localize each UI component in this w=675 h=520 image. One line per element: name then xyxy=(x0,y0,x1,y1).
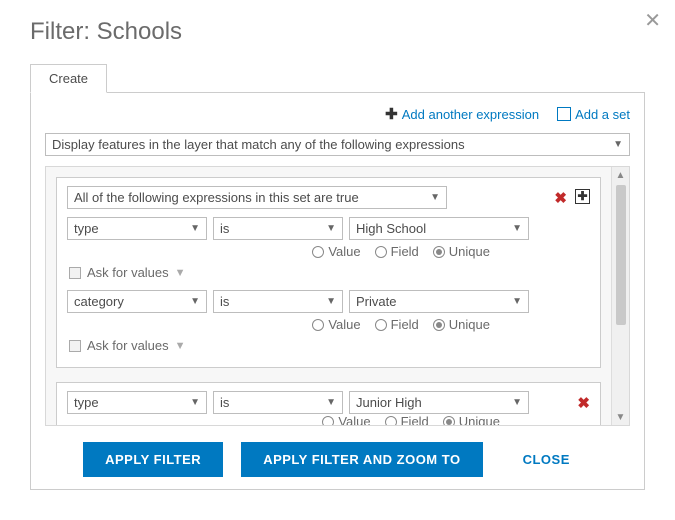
dropdown-arrow-icon: ▼ xyxy=(326,296,336,307)
chevron-down-icon: ▼ xyxy=(175,340,186,352)
dropdown-arrow-icon: ▼ xyxy=(190,223,200,234)
tabbar: Create xyxy=(30,64,645,93)
set-condition-select[interactable]: All of the following expressions in this… xyxy=(67,186,447,209)
ask-values-label: Ask for values xyxy=(87,338,169,353)
expression-row: category ▼ is ▼ Private ▼ xyxy=(67,290,590,313)
add-expression-link[interactable]: ✚ Add another expression xyxy=(385,105,539,123)
ask-values-row[interactable]: Ask for values ▼ xyxy=(69,265,590,280)
match-select-label: Display features in the layer that match… xyxy=(52,137,465,152)
filter-dialog: Filter: Schools Create ✚ Add another exp… xyxy=(0,0,675,520)
operator-select-label: is xyxy=(220,395,229,410)
tab-create[interactable]: Create xyxy=(30,64,107,93)
value-mode-row: Value Field Unique xyxy=(67,414,590,425)
mode-field-label: Field xyxy=(391,244,419,259)
chevron-down-icon: ▼ xyxy=(175,267,186,279)
value-select-label: Junior High xyxy=(356,395,422,410)
set-header: All of the following expressions in this… xyxy=(67,186,590,209)
dropdown-arrow-icon: ▼ xyxy=(326,223,336,234)
dropdown-arrow-icon: ▼ xyxy=(326,397,336,408)
mode-unique-label: Unique xyxy=(449,244,490,259)
dropdown-arrow-icon: ▼ xyxy=(512,223,522,234)
ask-values-checkbox[interactable] xyxy=(69,267,81,279)
expressions-scroll: All of the following expressions in this… xyxy=(45,166,630,426)
dialog-title: Filter: Schools xyxy=(30,18,645,46)
mode-field-label: Field xyxy=(401,414,429,425)
mode-value-radio[interactable]: Value xyxy=(322,414,370,425)
operator-select[interactable]: is ▼ xyxy=(213,391,343,414)
set-actions: ✖ ✚ xyxy=(554,189,590,207)
field-select[interactable]: type ▼ xyxy=(67,391,207,414)
apply-filter-zoom-button[interactable]: APPLY FILTER AND ZOOM TO xyxy=(241,442,482,477)
mode-value-radio[interactable]: Value xyxy=(312,244,360,259)
mode-field-radio[interactable]: Field xyxy=(385,414,429,425)
mode-unique-label: Unique xyxy=(449,317,490,332)
dropdown-arrow-icon: ▼ xyxy=(613,139,623,150)
value-mode-row: Value Field Unique xyxy=(67,244,590,259)
scroll-thumb[interactable] xyxy=(616,185,626,325)
mode-value-label: Value xyxy=(328,317,360,332)
outer-expression: type ▼ is ▼ Junior High ▼ ✖ xyxy=(56,382,601,425)
scrollbar[interactable]: ▲ ▼ xyxy=(611,167,629,425)
dialog-footer: APPLY FILTER APPLY FILTER AND ZOOM TO CL… xyxy=(45,442,630,477)
operator-select-label: is xyxy=(220,294,229,309)
dropdown-arrow-icon: ▼ xyxy=(512,397,522,408)
value-select-label: High School xyxy=(356,221,426,236)
delete-set-icon[interactable]: ✖ xyxy=(554,189,567,207)
field-select[interactable]: category ▼ xyxy=(67,290,207,313)
value-select-label: Private xyxy=(356,294,396,309)
dropdown-arrow-icon: ▼ xyxy=(512,296,522,307)
field-select-label: type xyxy=(74,221,99,236)
set-condition-label: All of the following expressions in this… xyxy=(74,190,359,205)
dropdown-arrow-icon: ▼ xyxy=(190,397,200,408)
delete-expression-icon[interactable]: ✖ xyxy=(577,394,590,412)
mode-unique-radio[interactable]: Unique xyxy=(443,414,500,425)
operator-select[interactable]: is ▼ xyxy=(213,290,343,313)
panel-toolbar: ✚ Add another expression Add a set xyxy=(45,105,630,123)
mode-value-label: Value xyxy=(328,244,360,259)
plus-icon: ✚ xyxy=(385,105,398,123)
dialog-close-icon[interactable]: ✕ xyxy=(644,8,661,33)
value-select[interactable]: High School ▼ xyxy=(349,217,529,240)
field-select-label: type xyxy=(74,395,99,410)
dropdown-arrow-icon: ▼ xyxy=(430,192,440,203)
add-in-set-icon[interactable]: ✚ xyxy=(575,189,590,204)
value-select[interactable]: Junior High ▼ xyxy=(349,391,529,414)
mode-value-label: Value xyxy=(338,414,370,425)
match-row: Display features in the layer that match… xyxy=(45,133,630,156)
add-set-link[interactable]: Add a set xyxy=(557,107,630,122)
mode-unique-label: Unique xyxy=(459,414,500,425)
expression-set: All of the following expressions in this… xyxy=(56,177,601,368)
mode-field-label: Field xyxy=(391,317,419,332)
scroll-down-icon[interactable]: ▼ xyxy=(612,409,629,425)
field-select[interactable]: type ▼ xyxy=(67,217,207,240)
mode-field-radio[interactable]: Field xyxy=(375,317,419,332)
mode-unique-radio[interactable]: Unique xyxy=(433,244,490,259)
ask-values-row[interactable]: Ask for values ▼ xyxy=(69,338,590,353)
dropdown-arrow-icon: ▼ xyxy=(190,296,200,307)
close-button[interactable]: CLOSE xyxy=(501,442,592,477)
mode-value-radio[interactable]: Value xyxy=(312,317,360,332)
apply-filter-button[interactable]: APPLY FILTER xyxy=(83,442,223,477)
match-select[interactable]: Display features in the layer that match… xyxy=(45,133,630,156)
value-mode-row: Value Field Unique xyxy=(67,317,590,332)
add-expression-label: Add another expression xyxy=(402,107,539,122)
ask-values-label: Ask for values xyxy=(87,265,169,280)
expression-row: type ▼ is ▼ High School ▼ xyxy=(67,217,590,240)
mode-unique-radio[interactable]: Unique xyxy=(433,317,490,332)
field-select-label: category xyxy=(74,294,124,309)
mode-field-radio[interactable]: Field xyxy=(375,244,419,259)
add-set-checkbox[interactable] xyxy=(557,107,571,121)
value-select[interactable]: Private ▼ xyxy=(349,290,529,313)
scroll-up-icon[interactable]: ▲ xyxy=(612,167,629,183)
operator-select-label: is xyxy=(220,221,229,236)
create-panel: ✚ Add another expression Add a set Displ… xyxy=(30,93,645,490)
operator-select[interactable]: is ▼ xyxy=(213,217,343,240)
add-set-label: Add a set xyxy=(575,107,630,122)
ask-values-checkbox[interactable] xyxy=(69,340,81,352)
